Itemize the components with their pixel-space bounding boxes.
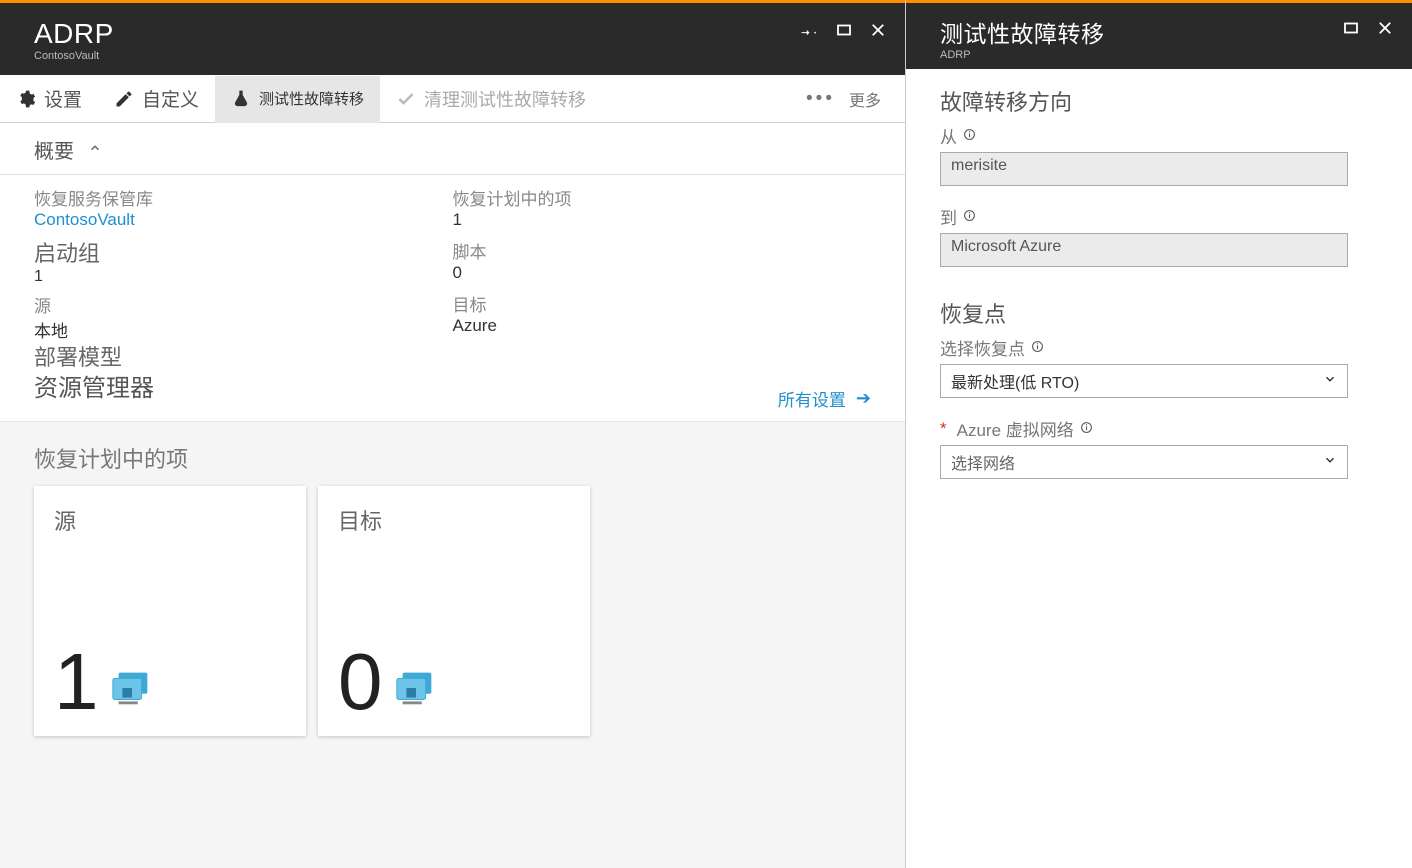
vnet-placeholder: 选择网络	[951, 450, 1015, 474]
recovery-select[interactable]: 最新处理(低 RTO)	[940, 364, 1348, 398]
start-group-label: 启动组	[34, 236, 453, 268]
target-tile-title: 目标	[338, 504, 570, 536]
to-input: Microsoft Azure	[940, 233, 1348, 267]
settings-label: 设置	[44, 85, 82, 112]
chevron-up-icon	[88, 138, 102, 161]
close-icon[interactable]	[869, 21, 887, 39]
chevron-down-icon	[1323, 453, 1337, 472]
direction-heading: 故障转移方向	[940, 85, 1378, 117]
customize-button[interactable]: 自定义	[98, 75, 215, 122]
toolbar: 设置 自定义 测试性故障转移 清理测试性故障转移 ••• 更多	[0, 75, 905, 123]
from-label: 从	[940, 123, 957, 148]
ellipsis-icon: •••	[806, 88, 835, 110]
source-tile-count: 1	[54, 650, 99, 714]
vault-label: 恢复服务保管库	[34, 185, 453, 210]
all-settings-link[interactable]: 所有设置 ➔	[778, 386, 871, 411]
essentials-heading: 概要	[34, 135, 74, 164]
essentials-header[interactable]: 概要	[0, 123, 905, 175]
title-block: ADRP ContosoVault	[34, 18, 801, 62]
check-icon	[396, 89, 416, 109]
vault-link[interactable]: ContosoVault	[34, 210, 453, 230]
left-blade: ADRP ContosoVault 设置 自定义	[0, 0, 906, 868]
more-label: 更多	[849, 87, 881, 111]
test-failover-label: 测试性故障转移	[259, 88, 364, 109]
cleanup-label: 清理测试性故障转移	[424, 86, 586, 112]
source-value: 本地	[34, 317, 453, 342]
info-icon[interactable]	[963, 126, 976, 146]
info-icon[interactable]	[963, 207, 976, 227]
right-blade: 测试性故障转移 ADRP 故障转移方向 从 merisite 到 Microso…	[906, 0, 1412, 868]
tiles-section: 恢复计划中的项 源 1 目标 0	[0, 421, 905, 868]
arrow-right-icon: ➔	[856, 388, 871, 409]
cleanup-button[interactable]: 清理测试性故障转移	[380, 75, 602, 122]
customize-label: 自定义	[142, 85, 199, 112]
items-value: 1	[453, 210, 872, 230]
target-label: 目标	[453, 291, 872, 316]
right-title: 测试性故障转移	[940, 15, 1342, 49]
more-button[interactable]: ••• 更多	[790, 75, 905, 122]
settings-button[interactable]: 设置	[0, 75, 98, 122]
required-mark: *	[940, 419, 947, 439]
source-tile[interactable]: 源 1	[34, 486, 306, 736]
start-group-value: 1	[34, 268, 453, 286]
from-value: merisite	[951, 157, 1007, 174]
vnet-select[interactable]: 选择网络	[940, 445, 1348, 479]
right-header: 测试性故障转移 ADRP	[906, 3, 1412, 69]
to-label: 到	[940, 204, 957, 229]
source-tile-title: 源	[54, 504, 286, 536]
target-value: Azure	[453, 316, 872, 336]
script-value: 0	[453, 263, 872, 283]
info-icon[interactable]	[1031, 338, 1044, 358]
left-header: ADRP ContosoVault	[0, 3, 905, 75]
maximize-icon[interactable]	[1342, 19, 1360, 37]
target-tile-count: 0	[338, 650, 383, 714]
info-icon[interactable]	[1080, 419, 1093, 439]
flask-icon	[231, 89, 251, 109]
target-tile[interactable]: 目标 0	[318, 486, 590, 736]
blade-title: ADRP	[34, 18, 801, 50]
pin-icon[interactable]	[801, 21, 819, 39]
gear-icon	[16, 89, 36, 109]
maximize-icon[interactable]	[835, 21, 853, 39]
vnet-label: Azure 虚拟网络	[957, 416, 1074, 441]
header-icons	[801, 21, 887, 39]
close-icon[interactable]	[1376, 19, 1394, 37]
test-failover-button[interactable]: 测试性故障转移	[215, 76, 380, 123]
right-subtitle: ADRP	[940, 49, 1342, 61]
all-settings-label: 所有设置	[778, 386, 846, 411]
from-input: merisite	[940, 152, 1348, 186]
recovery-heading: 恢复点	[940, 297, 1378, 329]
essentials-body: 恢复服务保管库 ContosoVault 启动组 1 源 本地 部署模型 资源管…	[0, 175, 905, 421]
items-label: 恢复计划中的项	[453, 185, 872, 210]
deploy-model-value: 资源管理器	[34, 368, 453, 403]
script-label: 脚本	[453, 238, 872, 263]
tiles-heading: 恢复计划中的项	[34, 442, 871, 474]
recovery-sub-label: 选择恢复点	[940, 335, 1025, 360]
recovery-value: 最新处理(低 RTO)	[951, 369, 1079, 393]
pencil-icon	[114, 89, 134, 109]
blade-subtitle: ContosoVault	[34, 50, 801, 62]
right-body: 故障转移方向 从 merisite 到 Microsoft Azure 恢复点 …	[906, 69, 1412, 517]
vm-icon	[393, 667, 439, 714]
source-label: 源	[34, 292, 453, 317]
to-value: Microsoft Azure	[951, 238, 1061, 255]
vm-icon	[109, 667, 155, 714]
chevron-down-icon	[1323, 372, 1337, 391]
